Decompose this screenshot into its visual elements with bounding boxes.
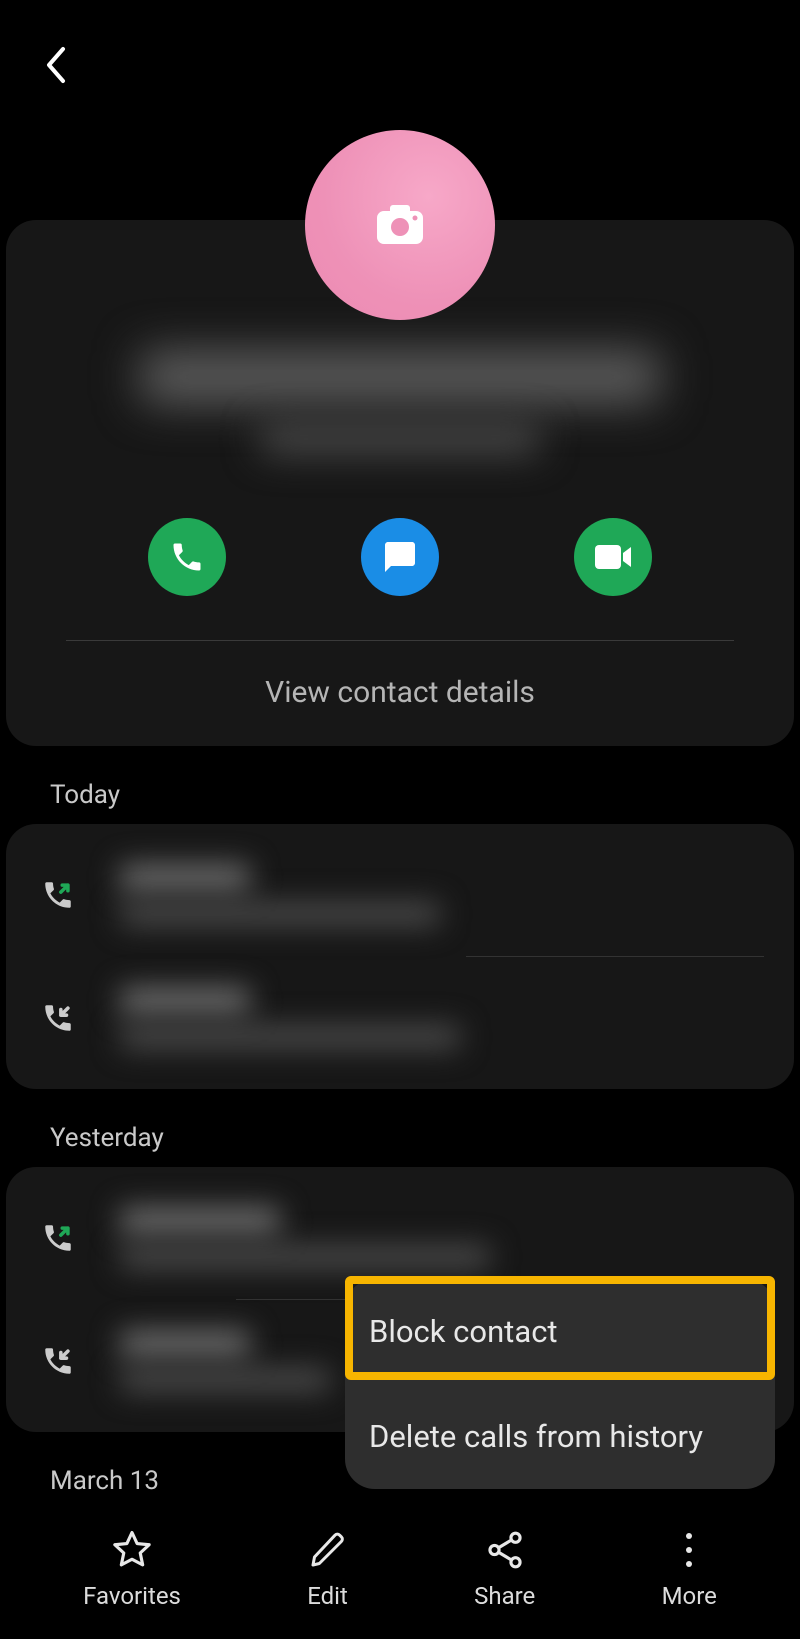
nav-share[interactable]: Share	[474, 1528, 535, 1610]
contact-name-area	[6, 350, 794, 488]
section-label-yesterday: Yesterday	[50, 1123, 800, 1153]
message-icon	[382, 539, 418, 575]
back-button[interactable]	[40, 50, 70, 80]
share-icon	[484, 1528, 526, 1572]
action-row	[6, 488, 794, 640]
call-time-blurred	[120, 987, 250, 1015]
video-icon	[593, 543, 633, 571]
avatar-wrap	[0, 130, 800, 320]
nav-label: Share	[474, 1582, 535, 1610]
section-label-today: Today	[50, 780, 800, 810]
call-desc-blurred	[120, 902, 440, 926]
menu-block-contact[interactable]: Block contact	[345, 1279, 775, 1384]
video-call-button[interactable]	[574, 518, 652, 596]
message-button[interactable]	[361, 518, 439, 596]
context-menu: Block contact Delete calls from history	[345, 1279, 775, 1489]
incoming-call-icon	[36, 1344, 80, 1378]
call-row[interactable]	[36, 850, 764, 940]
camera-icon	[376, 205, 424, 245]
nav-label: More	[662, 1582, 717, 1610]
phone-icon	[169, 539, 205, 575]
view-contact-details[interactable]: View contact details	[6, 641, 794, 710]
history-card-today	[6, 824, 794, 1089]
incoming-call-icon	[36, 1001, 80, 1035]
pencil-icon	[308, 1528, 348, 1572]
nav-more[interactable]: More	[662, 1528, 717, 1610]
menu-delete-history[interactable]: Delete calls from history	[345, 1384, 775, 1489]
call-time-blurred	[120, 864, 250, 892]
bottom-nav: Favorites Edit Share More	[0, 1499, 800, 1639]
chevron-left-icon	[44, 46, 66, 84]
call-row[interactable]	[36, 1193, 764, 1283]
outgoing-call-icon	[36, 878, 80, 912]
nav-label: Favorites	[83, 1582, 181, 1610]
call-time-blurred	[120, 1330, 250, 1358]
star-icon	[111, 1528, 153, 1572]
nav-edit[interactable]: Edit	[307, 1528, 348, 1610]
row-separator	[466, 956, 764, 957]
call-text	[120, 1207, 764, 1269]
outgoing-call-icon	[36, 1221, 80, 1255]
call-button[interactable]	[148, 518, 226, 596]
call-desc-blurred	[120, 1245, 490, 1269]
call-text	[120, 864, 764, 926]
nav-favorites[interactable]: Favorites	[83, 1528, 181, 1610]
call-desc-blurred	[120, 1025, 460, 1049]
contact-subline-blurred	[260, 424, 540, 454]
contact-name-blurred	[140, 350, 660, 404]
call-text	[120, 987, 764, 1049]
more-vertical-icon	[683, 1528, 695, 1572]
header	[0, 0, 800, 130]
call-row[interactable]	[36, 973, 764, 1063]
nav-label: Edit	[307, 1582, 348, 1610]
call-time-blurred	[120, 1207, 280, 1235]
avatar[interactable]	[305, 130, 495, 320]
call-desc-blurred	[120, 1368, 330, 1392]
